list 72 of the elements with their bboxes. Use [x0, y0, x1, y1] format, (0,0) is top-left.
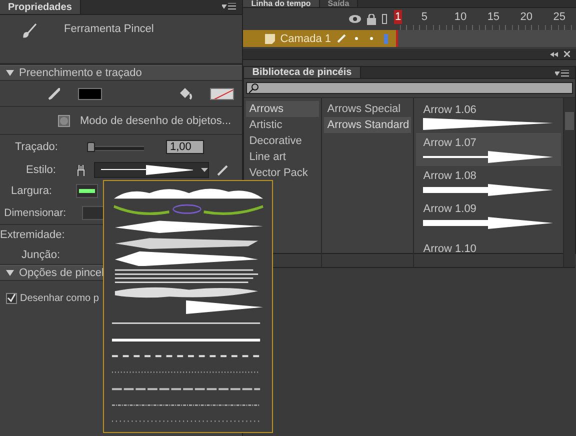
- panel-menu-icon[interactable]: [222, 3, 236, 11]
- brush-name: Arrow 1.07: [423, 136, 478, 148]
- frame-number[interactable]: 5: [420, 10, 428, 24]
- search-icon: [249, 83, 260, 93]
- width-label: Largura:: [10, 185, 52, 197]
- brush-item[interactable]: Arrow 1.06: [416, 100, 561, 133]
- lock-icon[interactable]: [367, 14, 376, 24]
- width-dropdown[interactable]: [76, 184, 98, 198]
- panel-menu-icon[interactable]: [555, 70, 569, 78]
- style-label: Estilo:: [25, 164, 56, 176]
- subcategory-item[interactable]: Arrows Standard: [324, 117, 412, 133]
- brush-name: Arrow 1.06: [423, 104, 478, 116]
- eye-icon[interactable]: [349, 15, 361, 23]
- layer-color-swatch[interactable]: [384, 34, 388, 44]
- subcategory-item[interactable]: Arrows Special: [324, 101, 412, 117]
- scrollbar[interactable]: [563, 98, 575, 267]
- pencil-icon: [337, 34, 346, 43]
- layer-row[interactable]: Camada 1: [243, 30, 576, 47]
- layer-icon: [265, 34, 276, 44]
- frame-number[interactable]: 20: [519, 10, 534, 24]
- caret-icon: [201, 168, 208, 172]
- dot-icon[interactable]: [355, 37, 358, 40]
- section-header[interactable]: Preenchimento e traçado: [0, 65, 242, 81]
- slider-thumb[interactable]: [87, 142, 95, 152]
- stroke-color-swatch[interactable]: [78, 88, 102, 100]
- stroke-label: Traçado:: [14, 141, 58, 153]
- stroke-slider[interactable]: [88, 142, 144, 152]
- category-item[interactable]: Arrows: [246, 101, 320, 117]
- category-item[interactable]: Decorative: [246, 133, 320, 149]
- search-field[interactable]: [246, 82, 573, 94]
- collapse-icon[interactable]: [550, 52, 558, 56]
- dot-icon[interactable]: [370, 37, 373, 40]
- layer-name: Camada 1: [280, 32, 331, 44]
- frame-number[interactable]: 10: [453, 10, 468, 24]
- checkbox[interactable]: [6, 292, 17, 304]
- section-title: Preenchimento e traçado: [19, 67, 142, 79]
- panel-tab[interactable]: Saída: [320, 0, 358, 7]
- brush-name: Arrow 1.08: [423, 170, 478, 182]
- category-item[interactable]: Artistic: [246, 117, 320, 133]
- brush-name: Arrow 1.10: [423, 242, 478, 254]
- tool-name: Ferramenta Pincel: [64, 23, 154, 37]
- frame-number[interactable]: 15: [486, 10, 501, 24]
- paint-bucket-icon: [178, 86, 192, 100]
- stroke-value-field[interactable]: 1,00: [166, 140, 204, 154]
- close-icon[interactable]: [564, 51, 570, 57]
- scale-label: Dimensionar:: [3, 206, 66, 218]
- brush-name: Arrow 1.09: [423, 202, 478, 214]
- properties-tab[interactable]: Propriedades: [0, 0, 81, 14]
- fill-color-swatch[interactable]: [210, 88, 234, 100]
- triangle-icon[interactable]: [6, 70, 14, 76]
- join-label: Junção:: [20, 248, 60, 260]
- style-dropdown[interactable]: [94, 162, 209, 178]
- panel-tab[interactable]: Linha do tempo: [243, 0, 320, 7]
- category-item[interactable]: Vector Pack: [246, 165, 320, 181]
- brush-library-tab[interactable]: Biblioteca de pincéis: [244, 67, 361, 78]
- brush-stroke-icon[interactable]: [76, 164, 86, 176]
- brush-item[interactable]: Arrow 1.10: [416, 232, 561, 265]
- object-mode-icon[interactable]: [58, 114, 70, 126]
- triangle-icon[interactable]: [6, 270, 14, 276]
- pencil-icon: [48, 88, 60, 100]
- frame-number[interactable]: 1: [394, 10, 402, 24]
- outline-icon[interactable]: [382, 14, 387, 24]
- brush-item[interactable]: Arrow 1.07: [416, 133, 561, 166]
- frame-number[interactable]: 25: [552, 10, 566, 24]
- section-title: Opções de pincel: [19, 267, 104, 279]
- pencil-icon[interactable]: [217, 164, 228, 176]
- brush-item[interactable]: Arrow 1.08: [416, 166, 561, 199]
- object-mode-label: Modo de desenho de objetos...: [80, 114, 232, 126]
- brush-item[interactable]: Arrow 1.09: [416, 199, 561, 232]
- category-item[interactable]: Line art: [246, 149, 320, 165]
- brush-icon: [22, 23, 38, 39]
- checkbox-label: Desenhar como p: [20, 292, 99, 304]
